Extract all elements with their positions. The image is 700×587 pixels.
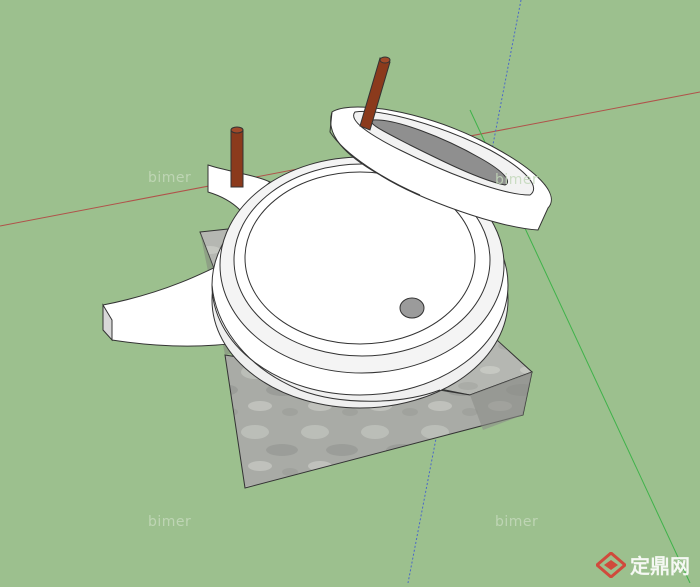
- logo-text: 定鼎网: [630, 554, 690, 578]
- watermark: bimer: [495, 514, 539, 530]
- model-viewport[interactable]: bimer bimer bimer bimer 定鼎网: [0, 0, 700, 584]
- diamond-logo-icon: [596, 551, 626, 578]
- watermark: bimer: [148, 514, 192, 530]
- watermark: bimer: [495, 172, 539, 188]
- site-logo: 定鼎网: [596, 550, 690, 579]
- grain-hole: [399, 297, 425, 319]
- scene-svg: [0, 0, 700, 584]
- wooden-peg-left: [230, 126, 244, 188]
- watermark: bimer: [148, 170, 192, 186]
